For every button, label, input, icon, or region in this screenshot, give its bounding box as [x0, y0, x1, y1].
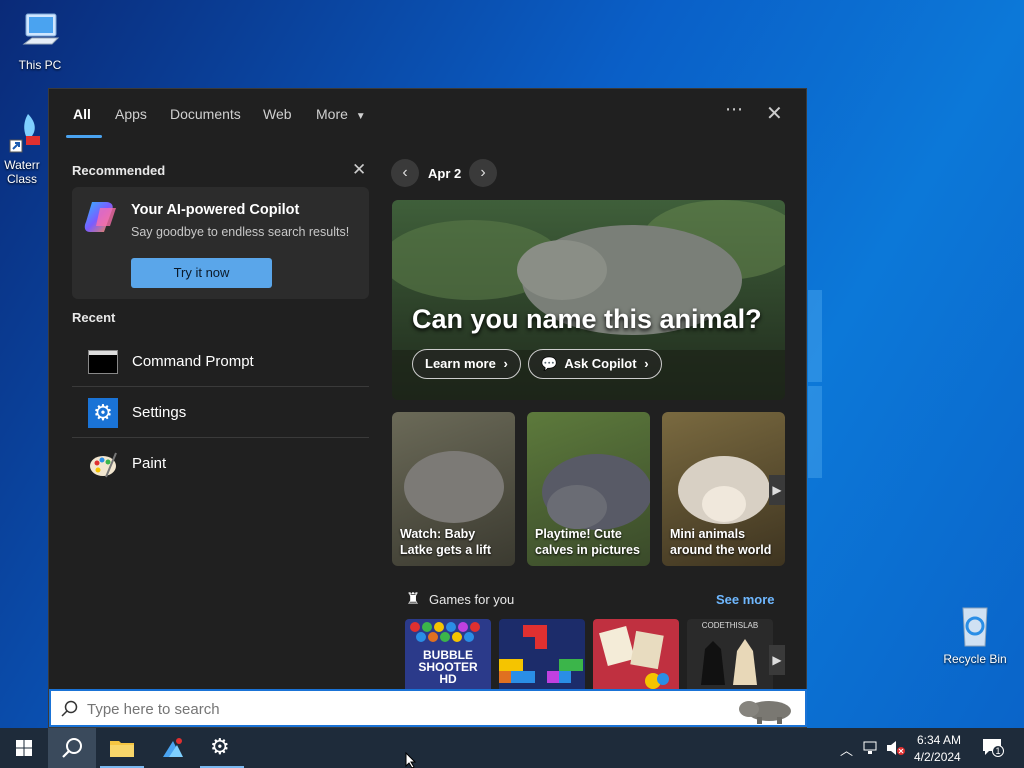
computer-icon [22, 13, 60, 45]
search-icon [61, 700, 78, 717]
hero-title: Can you name this animal? [412, 304, 762, 334]
tab-more[interactable]: More ▼ [316, 106, 366, 122]
search-input[interactable] [87, 697, 727, 721]
hero-card[interactable]: Can you name this animal? Learn more › 💬… [392, 200, 785, 400]
chat-bubble-icon: 💬 [541, 356, 558, 371]
mahjong-art [599, 625, 669, 689]
games-heading: Games for you [429, 592, 515, 607]
taskbar-search-box[interactable] [49, 689, 807, 727]
hippo-search-highlight-icon [739, 701, 791, 724]
active-tab-indicator [66, 135, 102, 138]
recommended-heading: Recommended [72, 163, 166, 178]
palette-icon [90, 452, 117, 478]
game-title: BUBBLE SHOOTER HD [418, 648, 478, 686]
copilot-promo-card: Your AI-powered Copilot Say goodbye to e… [72, 187, 369, 299]
tab-documents[interactable]: Documents [170, 106, 241, 122]
action-center-button[interactable]: 1 [982, 738, 1006, 758]
recent-item-paint[interactable]: Paint [72, 439, 369, 489]
chess-icon: ♜ [406, 591, 421, 608]
taskbar: ⚙ ︿ 6:34 AM 4/2/2024 1 [0, 728, 1024, 768]
chevron-right-icon: › [644, 356, 649, 371]
desktop-icon-label: Recycle Bin [943, 652, 1007, 666]
game-tile-chess[interactable]: CODETHISLAB [687, 619, 773, 689]
copilot-card-subtitle: Say goodbye to endless search results! [131, 225, 350, 239]
tile-caption: Watch: Baby Latke gets a lift [400, 527, 491, 557]
news-tile[interactable]: Watch: Baby Latke gets a lift [392, 412, 515, 566]
wallpaper-beam [808, 386, 822, 478]
previous-date-button[interactable]: ‹ [391, 159, 419, 187]
notification-count-badge: 1 [992, 745, 1004, 757]
caret-down-icon: ▼ [355, 111, 366, 122]
mouse-cursor-icon [405, 752, 417, 768]
start-button[interactable] [0, 728, 48, 768]
highlights-date: Apr 2 [428, 166, 462, 181]
recent-item-settings[interactable]: ⚙ Settings [72, 388, 369, 438]
app-shortcut-icon [9, 114, 40, 153]
windows-logo-icon [16, 740, 32, 756]
tab-more-label: More [316, 106, 348, 122]
recent-item-label: Settings [132, 404, 187, 421]
recycle-bin-icon [962, 607, 988, 647]
tile-caption: Mini animals around the world [670, 527, 772, 557]
folder-icon [110, 741, 134, 757]
pinned-app-button[interactable] [148, 728, 196, 768]
file-explorer-button[interactable] [98, 728, 146, 768]
chevron-right-icon: › [503, 356, 508, 371]
block-puzzle-art [499, 625, 583, 683]
next-games-button[interactable]: ▶ [769, 645, 785, 675]
recent-item-label: Command Prompt [132, 353, 254, 370]
recent-heading: Recent [72, 310, 116, 325]
news-tile[interactable]: Mini animals around the world [662, 412, 785, 566]
tile-caption: Playtime! Cute calves in pictures [535, 527, 640, 557]
copilot-card-title: Your AI-powered Copilot [131, 202, 300, 218]
desktop-icon-this-pc[interactable]: This PC [0, 10, 80, 72]
clock-date[interactable]: 4/2/2024 [914, 750, 961, 764]
tab-apps[interactable]: Apps [115, 106, 147, 122]
dismiss-recommended-icon[interactable]: ✕ [352, 160, 366, 180]
try-it-now-button[interactable]: Try it now [131, 258, 272, 288]
game-tile-blocks[interactable] [499, 619, 585, 689]
watercolor-app-icon [163, 738, 183, 757]
game-tile-mahjong[interactable] [593, 619, 679, 689]
gear-icon: ⚙ [88, 398, 118, 428]
show-hidden-icons-chevron-icon[interactable]: ︿ [840, 740, 853, 759]
recent-item-command-prompt[interactable]: Command Prompt [72, 337, 369, 387]
cmd-icon [88, 350, 118, 374]
next-date-button[interactable]: › [469, 159, 497, 187]
volume-muted-icon[interactable] [886, 740, 906, 756]
tab-web[interactable]: Web [263, 106, 292, 122]
next-tiles-button[interactable]: ▶ [769, 475, 785, 505]
see-more-link[interactable]: See more [716, 592, 775, 607]
news-tile[interactable]: Playtime! Cute calves in pictures [527, 412, 650, 566]
learn-more-button[interactable]: Learn more › [412, 349, 521, 379]
taskbar-search-button[interactable] [48, 728, 96, 768]
chess-art [701, 639, 757, 685]
clock-time[interactable]: 6:34 AM [917, 733, 961, 747]
ask-copilot-label: Ask Copilot [564, 356, 637, 371]
wallpaper-beam [808, 290, 822, 382]
game-tile-bubble-shooter[interactable]: BUBBLE SHOOTER HD [405, 619, 491, 689]
recent-item-label: Paint [132, 455, 167, 472]
copilot-logo-icon [84, 202, 116, 232]
search-panel: All Apps Documents Web More ▼ ⋯ ✕ Recomm… [48, 88, 807, 728]
tab-all[interactable]: All [73, 106, 91, 122]
close-icon[interactable]: ✕ [766, 101, 783, 126]
gear-icon: ⚙ [210, 734, 230, 759]
desktop-icon-label: This PC [18, 58, 62, 72]
learn-more-label: Learn more [425, 356, 496, 371]
desktop-icon-label: Waterr Class [4, 158, 40, 186]
search-tabs: All Apps Documents Web More ▼ ⋯ ✕ [49, 89, 806, 139]
desktop-icon-recycle-bin[interactable]: Recycle Bin [935, 604, 1015, 666]
network-icon[interactable] [863, 741, 881, 755]
settings-taskbar-button[interactable]: ⚙ [198, 728, 246, 768]
desktop-icon-water-class[interactable]: Waterr Class [0, 110, 52, 186]
search-icon [62, 738, 82, 758]
more-options-icon[interactable]: ⋯ [725, 99, 743, 120]
ask-copilot-button[interactable]: 💬 Ask Copilot › [528, 349, 662, 379]
